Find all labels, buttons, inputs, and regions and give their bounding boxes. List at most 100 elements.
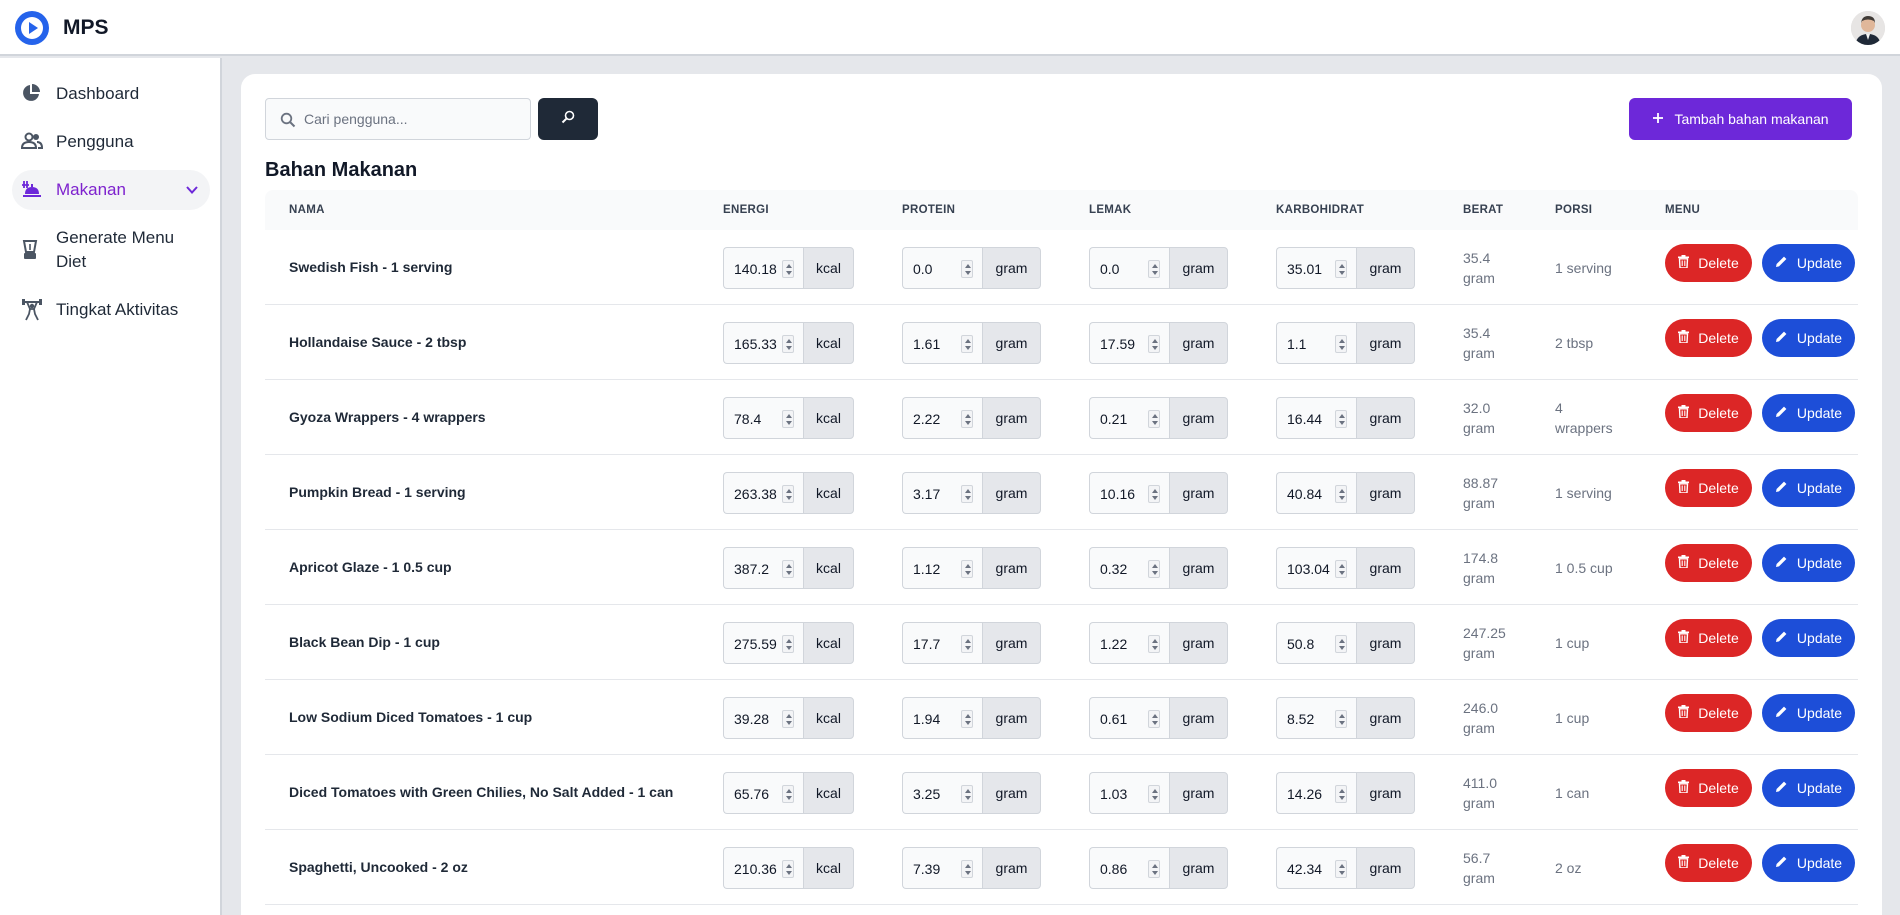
update-button[interactable]: Update <box>1762 619 1855 657</box>
carbs-input[interactable] <box>1287 860 1333 878</box>
number-stepper[interactable] <box>782 410 794 428</box>
carbs-input[interactable] <box>1287 635 1333 653</box>
update-button[interactable]: Update <box>1762 769 1855 807</box>
protein-input[interactable] <box>913 410 959 428</box>
update-button[interactable]: Update <box>1762 844 1855 882</box>
number-stepper[interactable] <box>1335 785 1347 803</box>
energy-input[interactable] <box>734 410 780 428</box>
number-stepper[interactable] <box>1148 710 1160 728</box>
fat-input[interactable] <box>1100 785 1146 803</box>
carbs-input[interactable] <box>1287 485 1333 503</box>
delete-button[interactable]: Delete <box>1665 769 1752 807</box>
update-button[interactable]: Update <box>1762 469 1855 507</box>
sidebar-item-makanan[interactable]: Makanan <box>12 170 210 210</box>
number-stepper[interactable] <box>961 410 973 428</box>
protein-input[interactable] <box>913 635 959 653</box>
search-input[interactable] <box>304 107 524 131</box>
fat-input[interactable] <box>1100 560 1146 578</box>
fat-input[interactable] <box>1100 410 1146 428</box>
number-stepper[interactable] <box>961 860 973 878</box>
delete-button[interactable]: Delete <box>1665 319 1752 357</box>
number-stepper[interactable] <box>782 785 794 803</box>
carbs-input[interactable] <box>1287 710 1333 728</box>
carbs-input[interactable] <box>1287 260 1333 278</box>
update-button[interactable]: Update <box>1762 244 1855 282</box>
delete-button[interactable]: Delete <box>1665 244 1752 282</box>
energy-input[interactable] <box>734 335 780 353</box>
protein-input[interactable] <box>913 485 959 503</box>
number-stepper[interactable] <box>961 560 973 578</box>
protein-input[interactable] <box>913 260 959 278</box>
update-button[interactable]: Update <box>1762 544 1855 582</box>
number-stepper[interactable] <box>782 635 794 653</box>
protein-input[interactable] <box>913 560 959 578</box>
delete-button[interactable]: Delete <box>1665 619 1752 657</box>
number-stepper[interactable] <box>1335 335 1347 353</box>
number-stepper[interactable] <box>961 785 973 803</box>
update-button[interactable]: Update <box>1762 319 1855 357</box>
app-logo[interactable] <box>15 11 49 45</box>
number-stepper[interactable] <box>1148 335 1160 353</box>
number-stepper[interactable] <box>782 260 794 278</box>
number-stepper[interactable] <box>1335 260 1347 278</box>
energy-input[interactable] <box>734 260 780 278</box>
chevron-down-icon[interactable] <box>185 183 199 197</box>
fat-input[interactable] <box>1100 335 1146 353</box>
add-food-button[interactable]: Tambah bahan makanan <box>1629 98 1852 140</box>
search-field[interactable] <box>265 98 531 140</box>
fat-input[interactable] <box>1100 260 1146 278</box>
carbs-input[interactable] <box>1287 335 1333 353</box>
energy-input[interactable] <box>734 785 780 803</box>
number-stepper[interactable] <box>961 485 973 503</box>
number-stepper[interactable] <box>1335 410 1347 428</box>
number-stepper[interactable] <box>1148 560 1160 578</box>
number-stepper[interactable] <box>782 485 794 503</box>
fat-input[interactable] <box>1100 860 1146 878</box>
delete-button[interactable]: Delete <box>1665 394 1752 432</box>
user-avatar[interactable] <box>1851 11 1885 45</box>
search-button[interactable] <box>538 98 598 140</box>
number-stepper[interactable] <box>1335 710 1347 728</box>
number-stepper[interactable] <box>1335 635 1347 653</box>
sidebar-item-pengguna[interactable]: Pengguna <box>12 126 210 158</box>
number-stepper[interactable] <box>1148 860 1160 878</box>
energy-input[interactable] <box>734 485 780 503</box>
protein-input[interactable] <box>913 785 959 803</box>
protein-input[interactable] <box>913 335 959 353</box>
fat-input[interactable] <box>1100 485 1146 503</box>
delete-button[interactable]: Delete <box>1665 694 1752 732</box>
energy-input[interactable] <box>734 860 780 878</box>
number-stepper[interactable] <box>1335 860 1347 878</box>
update-button[interactable]: Update <box>1762 694 1855 732</box>
delete-button[interactable]: Delete <box>1665 544 1752 582</box>
number-stepper[interactable] <box>961 710 973 728</box>
sidebar-item-dashboard[interactable]: Dashboard <box>12 78 210 110</box>
fat-input[interactable] <box>1100 635 1146 653</box>
sidebar-item-tingkat-aktivitas[interactable]: Tingkat Aktivitas <box>12 294 210 326</box>
number-stepper[interactable] <box>1335 485 1347 503</box>
number-stepper[interactable] <box>1148 635 1160 653</box>
delete-button[interactable]: Delete <box>1665 844 1752 882</box>
number-stepper[interactable] <box>782 710 794 728</box>
number-stepper[interactable] <box>961 260 973 278</box>
number-stepper[interactable] <box>961 635 973 653</box>
energy-input[interactable] <box>734 560 780 578</box>
delete-button[interactable]: Delete <box>1665 469 1752 507</box>
sidebar-item-generate-menu-diet[interactable]: Generate Menu Diet <box>12 224 210 276</box>
number-stepper[interactable] <box>782 860 794 878</box>
number-stepper[interactable] <box>782 560 794 578</box>
energy-input[interactable] <box>734 710 780 728</box>
fat-input[interactable] <box>1100 710 1146 728</box>
number-stepper[interactable] <box>1148 485 1160 503</box>
number-stepper[interactable] <box>1148 785 1160 803</box>
number-stepper[interactable] <box>961 335 973 353</box>
number-stepper[interactable] <box>782 335 794 353</box>
carbs-input[interactable] <box>1287 785 1333 803</box>
energy-input[interactable] <box>734 635 780 653</box>
number-stepper[interactable] <box>1335 560 1347 578</box>
update-button[interactable]: Update <box>1762 394 1855 432</box>
protein-input[interactable] <box>913 710 959 728</box>
carbs-input[interactable] <box>1287 410 1333 428</box>
number-stepper[interactable] <box>1148 410 1160 428</box>
number-stepper[interactable] <box>1148 260 1160 278</box>
